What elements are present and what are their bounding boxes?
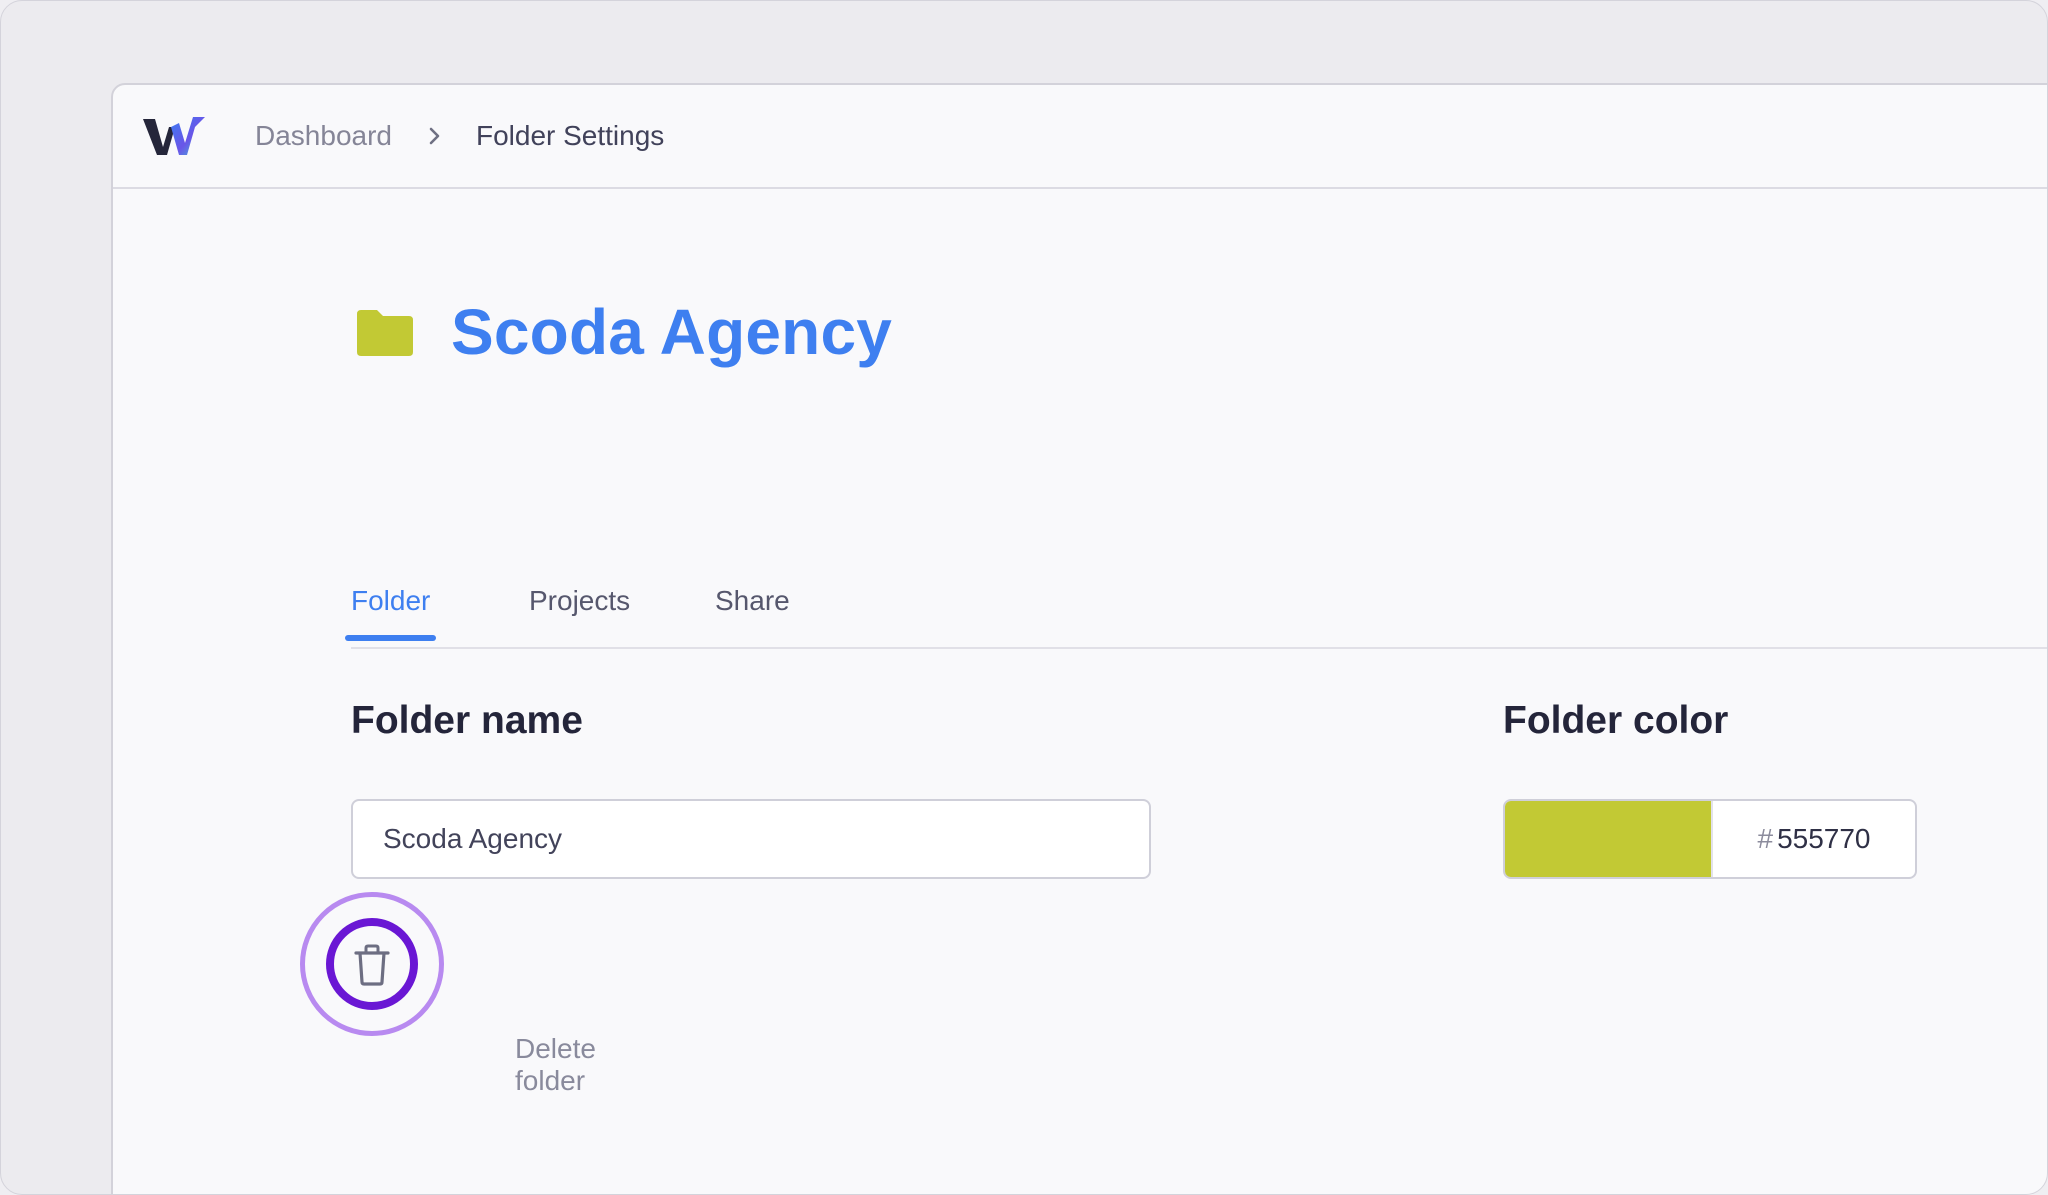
tab-bar: Folder Projects Share	[345, 555, 2047, 649]
app-logo[interactable]	[141, 113, 207, 161]
tab-folder-label: Folder	[351, 585, 431, 616]
color-hex-value[interactable]: # 555770	[1711, 801, 1915, 877]
folder-name-label: Folder name	[351, 699, 583, 742]
tab-projects-label: Projects	[529, 585, 631, 616]
breadcrumb-current: Folder Settings	[475, 120, 665, 151]
tab-projects[interactable]: Projects	[529, 585, 630, 617]
active-tab-indicator	[345, 635, 437, 641]
folder-color-label: Folder color	[1503, 699, 1729, 742]
page-title: Scoda Agency	[451, 296, 893, 368]
folder-color-field[interactable]: # 555770	[1503, 799, 1917, 879]
tab-share-label: Share	[715, 585, 790, 616]
breadcrumb: Dashboard Folder Settings	[255, 85, 664, 187]
folder-header: Scoda Agency	[357, 295, 892, 369]
screen-background: Dashboard Folder Settings Scoda Agency F…	[0, 0, 2048, 1195]
delete-folder-label: Delete folder	[515, 1033, 596, 1096]
hash-symbol: #	[1757, 823, 1774, 854]
folder-icon	[357, 310, 413, 356]
top-bar: Dashboard Folder Settings	[113, 85, 2047, 189]
tab-share[interactable]: Share	[715, 585, 790, 617]
color-hex-text: 555770	[1777, 823, 1871, 854]
trash-icon[interactable]	[352, 944, 392, 986]
folder-name-input[interactable]	[351, 799, 1151, 879]
tab-folder[interactable]: Folder	[345, 585, 437, 641]
chevron-right-icon	[420, 122, 448, 150]
breadcrumb-dashboard-link[interactable]: Dashboard	[255, 120, 392, 152]
color-swatch[interactable]	[1505, 801, 1711, 877]
